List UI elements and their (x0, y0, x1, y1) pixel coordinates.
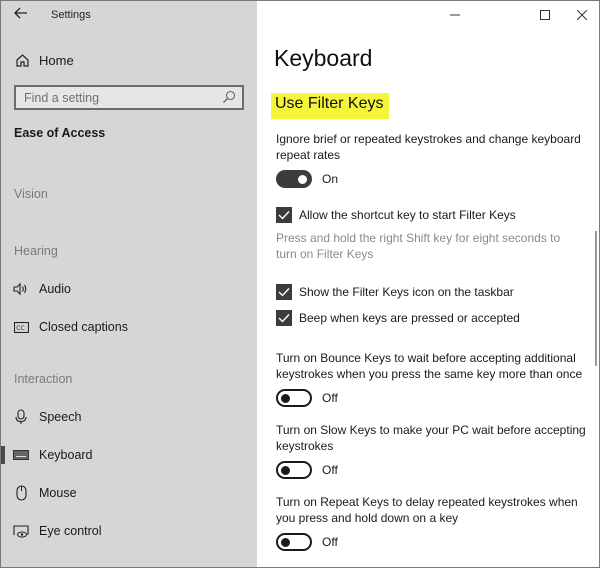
repeat-keys-description: Turn on Repeat Keys to delay repeated ke… (276, 495, 578, 525)
search-icon[interactable] (222, 90, 236, 104)
sidebar-item-label: Eye control (39, 524, 102, 538)
close-button[interactable] (567, 3, 597, 27)
search-input[interactable] (24, 90, 214, 105)
sidebar-item-mouse[interactable]: Mouse (1, 480, 257, 506)
eye-control-icon (13, 523, 29, 539)
toggle-switch[interactable] (276, 461, 312, 479)
microphone-icon (13, 409, 29, 425)
sidebar-item-label: Mouse (39, 486, 77, 500)
filter-keys-description: Ignore brief or repeated keystrokes and … (276, 132, 581, 162)
toggle-state-label: Off (322, 391, 338, 405)
checkbox-allow-shortcut[interactable]: Allow the shortcut key to start Filter K… (276, 207, 516, 223)
toggle-switch[interactable] (276, 389, 312, 407)
closed-captions-icon: CC (13, 319, 29, 335)
sidebar: Settings Home Ease of Access Vision Hear… (1, 1, 257, 567)
settings-window: Settings Home Ease of Access Vision Hear… (0, 0, 600, 568)
checkbox-label: Show the Filter Keys icon on the taskbar (299, 285, 514, 299)
main-content: Keyboard Use Filter Keys Ignore brief or… (257, 1, 599, 567)
checkbox-show-taskbar-icon[interactable]: Show the Filter Keys icon on the taskbar (276, 284, 514, 300)
maximize-button[interactable] (530, 3, 560, 27)
search-box[interactable] (14, 85, 244, 110)
sidebar-item-label: Audio (39, 282, 71, 296)
sidebar-item-label: Closed captions (39, 320, 128, 334)
checkmark-icon[interactable] (276, 207, 292, 223)
sidebar-item-closed-captions[interactable]: CC Closed captions (1, 314, 257, 340)
slow-keys-toggle[interactable]: Off (276, 461, 338, 479)
checkmark-icon[interactable] (276, 310, 292, 326)
checkmark-icon[interactable] (276, 284, 292, 300)
filter-keys-toggle[interactable]: On (276, 170, 338, 188)
checkbox-beep[interactable]: Beep when keys are pressed or accepted (276, 310, 520, 326)
sidebar-item-label: Speech (39, 410, 82, 424)
minimize-button[interactable] (440, 3, 470, 27)
sidebar-item-audio[interactable]: Audio (1, 276, 257, 302)
toggle-state-label: Off (322, 535, 338, 549)
home-label: Home (39, 52, 74, 68)
sidebar-item-label: Keyboard (39, 448, 93, 462)
group-label-vision: Vision (14, 187, 48, 201)
shortcut-note: Press and hold the right Shift key for e… (276, 231, 561, 261)
back-arrow-icon (14, 7, 27, 19)
mouse-icon (13, 485, 29, 501)
back-button[interactable] (11, 5, 31, 25)
slow-keys-description: Turn on Slow Keys to make your PC wait b… (276, 423, 586, 453)
checkbox-label: Allow the shortcut key to start Filter K… (299, 208, 516, 222)
keyboard-icon (13, 447, 29, 463)
toggle-switch[interactable] (276, 533, 312, 551)
svg-text:CC: CC (16, 325, 24, 332)
toggle-switch[interactable] (276, 170, 312, 188)
speaker-icon (13, 281, 29, 297)
minimize-icon (450, 14, 460, 16)
toggle-state-label: On (322, 172, 339, 186)
current-section-heading: Ease of Access (14, 126, 106, 140)
close-icon (577, 10, 587, 20)
maximize-icon (540, 10, 550, 20)
page-title: Keyboard (274, 45, 373, 71)
group-label-hearing: Hearing (14, 244, 58, 258)
selected-indicator (1, 446, 5, 464)
sidebar-item-eye-control[interactable]: Eye control (1, 518, 257, 544)
bounce-keys-toggle[interactable]: Off (276, 389, 338, 407)
sidebar-item-speech[interactable]: Speech (1, 404, 257, 430)
toggle-state-label: Off (322, 463, 338, 477)
bounce-keys-description: Turn on Bounce Keys to wait before accep… (276, 351, 583, 381)
repeat-keys-toggle[interactable]: Off (276, 533, 338, 551)
section-heading: Use Filter Keys (271, 93, 390, 119)
scrollbar[interactable] (595, 231, 597, 366)
window-title: Settings (51, 9, 91, 21)
checkbox-label: Beep when keys are pressed or accepted (299, 311, 520, 325)
home-icon (13, 51, 31, 69)
sidebar-item-keyboard[interactable]: Keyboard (1, 442, 257, 468)
group-label-interaction: Interaction (14, 372, 73, 386)
sidebar-item-home[interactable]: Home (13, 49, 74, 71)
